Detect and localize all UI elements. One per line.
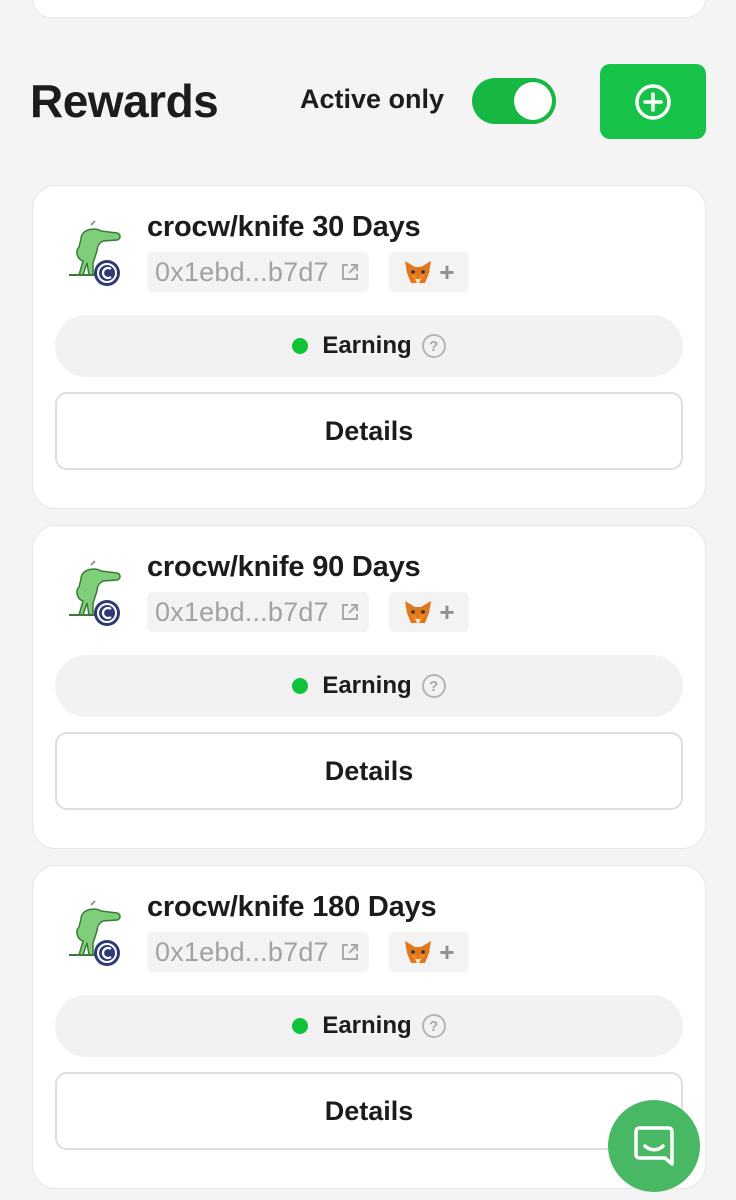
chat-button[interactable] bbox=[608, 1100, 700, 1192]
rewards-list: crocw/knife 30 Days 0x1ebd...b7d7 + Earn… bbox=[32, 185, 706, 1200]
page-title: Rewards bbox=[30, 75, 219, 127]
plus-icon: + bbox=[439, 256, 455, 287]
status-text: Earning bbox=[322, 1012, 412, 1039]
status-dot bbox=[292, 678, 309, 694]
status-dot bbox=[292, 1018, 309, 1034]
help-icon[interactable]: ? bbox=[421, 674, 446, 698]
active-only-toggle[interactable] bbox=[472, 78, 556, 124]
contract-address: 0x1ebd...b7d7 bbox=[155, 936, 329, 967]
address-chip[interactable]: 0x1ebd...b7d7 bbox=[147, 592, 369, 632]
plus-icon: + bbox=[439, 596, 455, 627]
add-to-wallet-chip[interactable]: + bbox=[389, 932, 469, 972]
previous-card-edge bbox=[32, 0, 706, 18]
reward-name: crocw/knife 180 Days bbox=[147, 891, 437, 923]
add-to-wallet-chip[interactable]: + bbox=[389, 252, 469, 292]
external-link-icon[interactable] bbox=[339, 601, 361, 623]
details-button[interactable]: Details bbox=[55, 1072, 683, 1150]
croc-token-icon bbox=[69, 560, 121, 626]
help-icon[interactable]: ? bbox=[421, 334, 446, 358]
reward-name: crocw/knife 90 Days bbox=[147, 551, 421, 583]
contract-address: 0x1ebd...b7d7 bbox=[155, 256, 329, 287]
details-button[interactable]: Details bbox=[55, 392, 683, 470]
address-chip[interactable]: 0x1ebd...b7d7 bbox=[147, 932, 369, 972]
status-bar: Earning ? bbox=[55, 655, 683, 717]
add-to-wallet-chip[interactable]: + bbox=[389, 592, 469, 632]
status-bar: Earning ? bbox=[55, 315, 683, 377]
reward-card: crocw/knife 30 Days 0x1ebd...b7d7 + Earn… bbox=[32, 185, 706, 509]
external-link-icon[interactable] bbox=[339, 261, 361, 283]
toggle-knob bbox=[514, 82, 552, 120]
rewards-header: Rewards Active only bbox=[30, 62, 706, 140]
address-chip[interactable]: 0x1ebd...b7d7 bbox=[147, 252, 369, 292]
reward-card: crocw/knife 90 Days 0x1ebd...b7d7 + Earn… bbox=[32, 525, 706, 849]
croc-token-icon bbox=[69, 900, 121, 966]
metamask-fox-icon bbox=[405, 601, 432, 623]
add-reward-button[interactable] bbox=[600, 64, 706, 139]
active-only-label: Active only bbox=[300, 84, 445, 114]
external-link-icon[interactable] bbox=[339, 941, 361, 963]
status-bar: Earning ? bbox=[55, 995, 683, 1057]
plus-circle-icon bbox=[635, 83, 671, 120]
status-dot bbox=[292, 338, 309, 354]
contract-address: 0x1ebd...b7d7 bbox=[155, 596, 329, 627]
croc-token-icon bbox=[69, 220, 121, 286]
chat-bubble-icon bbox=[634, 1126, 674, 1166]
help-icon[interactable]: ? bbox=[421, 1014, 446, 1038]
details-button[interactable]: Details bbox=[55, 732, 683, 810]
status-text: Earning bbox=[322, 332, 412, 359]
status-text: Earning bbox=[322, 672, 412, 699]
reward-name: crocw/knife 30 Days bbox=[147, 211, 421, 243]
metamask-fox-icon bbox=[405, 941, 432, 963]
reward-card: crocw/knife 180 Days 0x1ebd...b7d7 + Ear… bbox=[32, 865, 706, 1189]
plus-icon: + bbox=[439, 936, 455, 967]
metamask-fox-icon bbox=[405, 261, 432, 283]
